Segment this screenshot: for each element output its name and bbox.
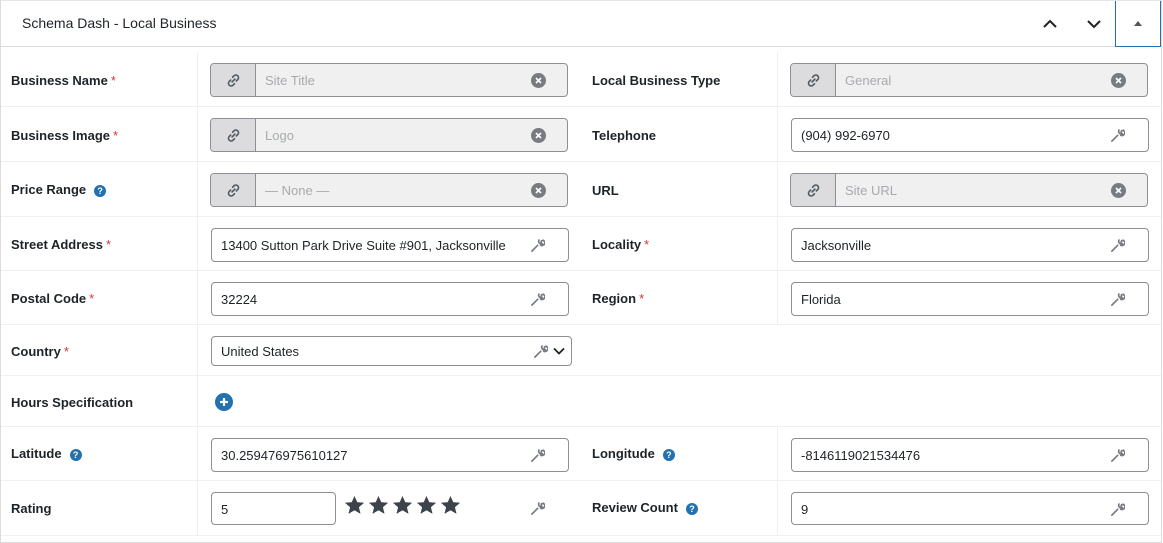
chevron-up-icon [1043,19,1057,28]
help-icon[interactable]: ? [662,449,675,461]
wrench-icon[interactable] [1110,448,1125,463]
row-7 [1,376,1161,427]
link-button[interactable] [211,174,256,206]
region-value: Florida [801,292,841,307]
star-icon[interactable] [345,496,364,515]
latitude-value: 30.259476975610127 [221,448,348,463]
country-value: United States [221,344,300,359]
wrench-icon[interactable] [530,448,545,463]
longitude-label: Longitude? [592,446,675,461]
country-label: Country * [11,344,69,359]
clear-icon[interactable] [531,73,546,88]
review-count-label: Review Count? [592,500,698,515]
latitude-label: Latitude? [11,446,82,461]
business-name-field[interactable]: Site Title [210,63,568,97]
rating-label: Rating [11,501,52,516]
move-up-button[interactable] [1028,1,1072,47]
url-label: URL [592,183,619,198]
postal-code-label: Postal Code * [11,291,95,306]
schema-panel: Schema Dash - Local Business Business Na… [0,0,1162,543]
url-field[interactable]: Site URL [790,173,1148,207]
review-count-field[interactable]: 9 [791,492,1149,525]
url-placeholder: Site URL [845,183,898,198]
business-image-field[interactable]: Logo [210,118,568,152]
country-select[interactable]: United States [211,336,572,366]
postal-code-value: 32224 [221,292,258,307]
postal-code-field[interactable]: 32224 [211,282,569,316]
locality-field[interactable]: Jacksonville [791,228,1149,262]
business-image-label: Business Image * [11,128,119,143]
region-label: Region * [592,291,645,306]
longitude-value: -8146119021534476 [801,448,921,463]
wrench-icon[interactable] [530,501,545,516]
clear-icon[interactable] [531,128,546,143]
clear-icon[interactable] [1111,183,1126,198]
locality-label: Locality * [592,237,650,252]
link-button[interactable] [211,64,256,96]
help-icon[interactable]: ? [94,185,107,197]
price-range-label: Price Range? [11,182,107,197]
telephone-label: Telephone [592,128,657,143]
price-range-field[interactable]: — None — [210,173,568,207]
link-button[interactable] [791,174,836,206]
column-divider [777,52,778,325]
street-address-value: 13400 Sutton Park Drive Suite #901, Jack… [221,238,506,253]
wrench-icon[interactable] [1110,128,1125,143]
hours-specification-label: Hours Specification [11,395,134,410]
link-icon [227,128,239,142]
star-icon[interactable] [417,496,436,515]
plus-icon [220,398,228,406]
clear-icon[interactable] [1111,73,1126,88]
price-range-placeholder: — None — [265,183,330,198]
rating-field[interactable]: 5 [211,492,336,525]
wrench-icon[interactable] [1110,292,1125,307]
local-business-type-label: Local Business Type [592,73,721,88]
business-name-label: Business Name * [11,73,116,88]
panel-title: Schema Dash - Local Business [22,15,217,31]
latitude-field[interactable]: 30.259476975610127 [211,438,569,472]
longitude-field[interactable]: -8146119021534476 [791,438,1149,472]
star-icon[interactable] [393,496,412,515]
link-icon [227,183,239,197]
star-icon[interactable] [369,496,388,515]
help-icon[interactable]: ? [69,449,82,461]
local-business-type-field[interactable]: General [790,63,1148,97]
link-button[interactable] [791,64,836,96]
street-address-field[interactable]: 13400 Sutton Park Drive Suite #901, Jack… [211,228,569,262]
add-hours-button[interactable] [215,393,233,411]
wrench-icon[interactable] [530,238,545,253]
local-business-type-placeholder: General [845,73,892,88]
locality-value: Jacksonville [801,238,872,253]
clear-icon[interactable] [531,183,546,198]
link-icon [807,73,819,87]
help-icon[interactable]: ? [685,503,698,515]
panel-header: Schema Dash - Local Business [1,1,1161,47]
rating-value: 5 [221,502,229,517]
star-icon[interactable] [441,496,460,515]
chevron-down-icon[interactable] [553,347,565,355]
street-address-label: Street Address * [11,237,112,252]
triangle-up-icon [1134,21,1142,26]
review-count-value: 9 [801,502,809,517]
chevron-down-icon [1087,20,1101,29]
wrench-icon[interactable] [533,344,548,359]
wrench-icon[interactable] [530,292,545,307]
link-icon [227,73,239,87]
rating-stars[interactable] [345,496,460,515]
telephone-field[interactable]: (904) 992-6970 [791,118,1149,152]
business-name-placeholder: Site Title [265,73,315,88]
link-icon [807,183,819,197]
link-button[interactable] [211,119,256,151]
business-image-placeholder: Logo [265,128,294,143]
column-divider [777,427,778,536]
telephone-value: (904) 992-6970 [801,128,890,143]
wrench-icon[interactable] [1110,238,1125,253]
move-down-button[interactable] [1072,1,1116,47]
row-6 [1,325,1161,376]
region-field[interactable]: Florida [791,282,1149,316]
toggle-panel-button[interactable] [1115,1,1161,47]
column-divider [197,52,198,536]
wrench-icon[interactable] [1110,502,1125,517]
